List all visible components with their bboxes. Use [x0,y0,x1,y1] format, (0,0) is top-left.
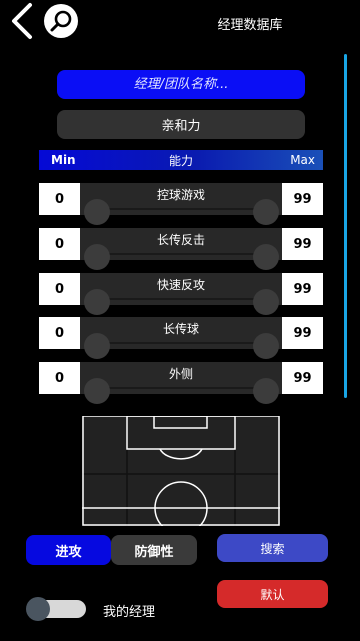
ability-title: 能力 [168,153,193,168]
slider-min-thumb[interactable] [84,244,110,270]
scroll-indicator[interactable] [344,54,347,398]
max-value-field[interactable]: 99 [282,362,323,394]
filter-row-long-ball: 0 长传球 99 [39,317,323,359]
slider-max-thumb[interactable] [253,333,279,359]
filter-label: 外侧 [168,367,193,381]
slider-min-thumb[interactable] [84,333,110,359]
my-manager-toggle[interactable] [26,597,86,621]
slider-line [97,253,267,255]
tab-attack[interactable]: 进攻 [26,535,111,565]
pitch-markings [82,416,280,526]
slider-line [97,298,267,300]
min-value-field[interactable]: 0 [39,362,80,394]
filter-label: 快速反攻 [156,278,205,292]
chevron-left-icon [12,3,32,39]
search-icon-button[interactable] [44,4,78,38]
manager-team-name-input[interactable] [57,70,305,99]
min-value-field[interactable]: 0 [39,273,80,305]
max-value-field[interactable]: 99 [282,273,323,305]
back-button[interactable] [8,2,36,40]
ability-header: Min 能力 Max [39,150,323,170]
slider-line [97,208,267,210]
slider-min-thumb[interactable] [84,199,110,225]
slider-max-thumb[interactable] [253,199,279,225]
trait-select-value: 亲和力 [161,119,201,134]
football-pitch [82,416,280,526]
slider-max-thumb[interactable] [253,289,279,315]
magnifier-icon [50,10,72,32]
search-button[interactable]: 搜索 [217,534,328,562]
slider-min-thumb[interactable] [84,289,110,315]
filter-row-long-counter: 0 长传反击 99 [39,228,323,270]
max-value-field[interactable]: 99 [282,228,323,260]
ability-max-label: Max [290,153,315,167]
slider-line [97,387,267,389]
page-title: 经理数据库 [217,18,283,33]
default-button[interactable]: 默认 [217,580,328,608]
min-value-field[interactable]: 0 [39,317,80,349]
filter-label: 长传反击 [156,233,205,247]
my-manager-label: 我的经理 [103,605,156,620]
filter-row-possession: 0 控球游戏 99 [39,183,323,225]
trait-select[interactable]: 亲和力 [57,110,305,139]
max-value-field[interactable]: 99 [282,183,323,215]
slider-min-thumb[interactable] [84,378,110,404]
min-value-field[interactable]: 0 [39,183,80,215]
filter-label: 长传球 [162,322,199,336]
slider-max-thumb[interactable] [253,244,279,270]
tab-defense[interactable]: 防御性 [111,535,197,565]
filter-label: 控球游戏 [156,188,205,202]
slider-max-thumb[interactable] [253,378,279,404]
filter-row-out-wide: 0 外侧 99 [39,362,323,404]
min-value-field[interactable]: 0 [39,228,80,260]
filter-row-quick-counter: 0 快速反攻 99 [39,273,323,315]
toggle-knob [26,597,50,621]
slider-line [97,342,267,344]
max-value-field[interactable]: 99 [282,317,323,349]
